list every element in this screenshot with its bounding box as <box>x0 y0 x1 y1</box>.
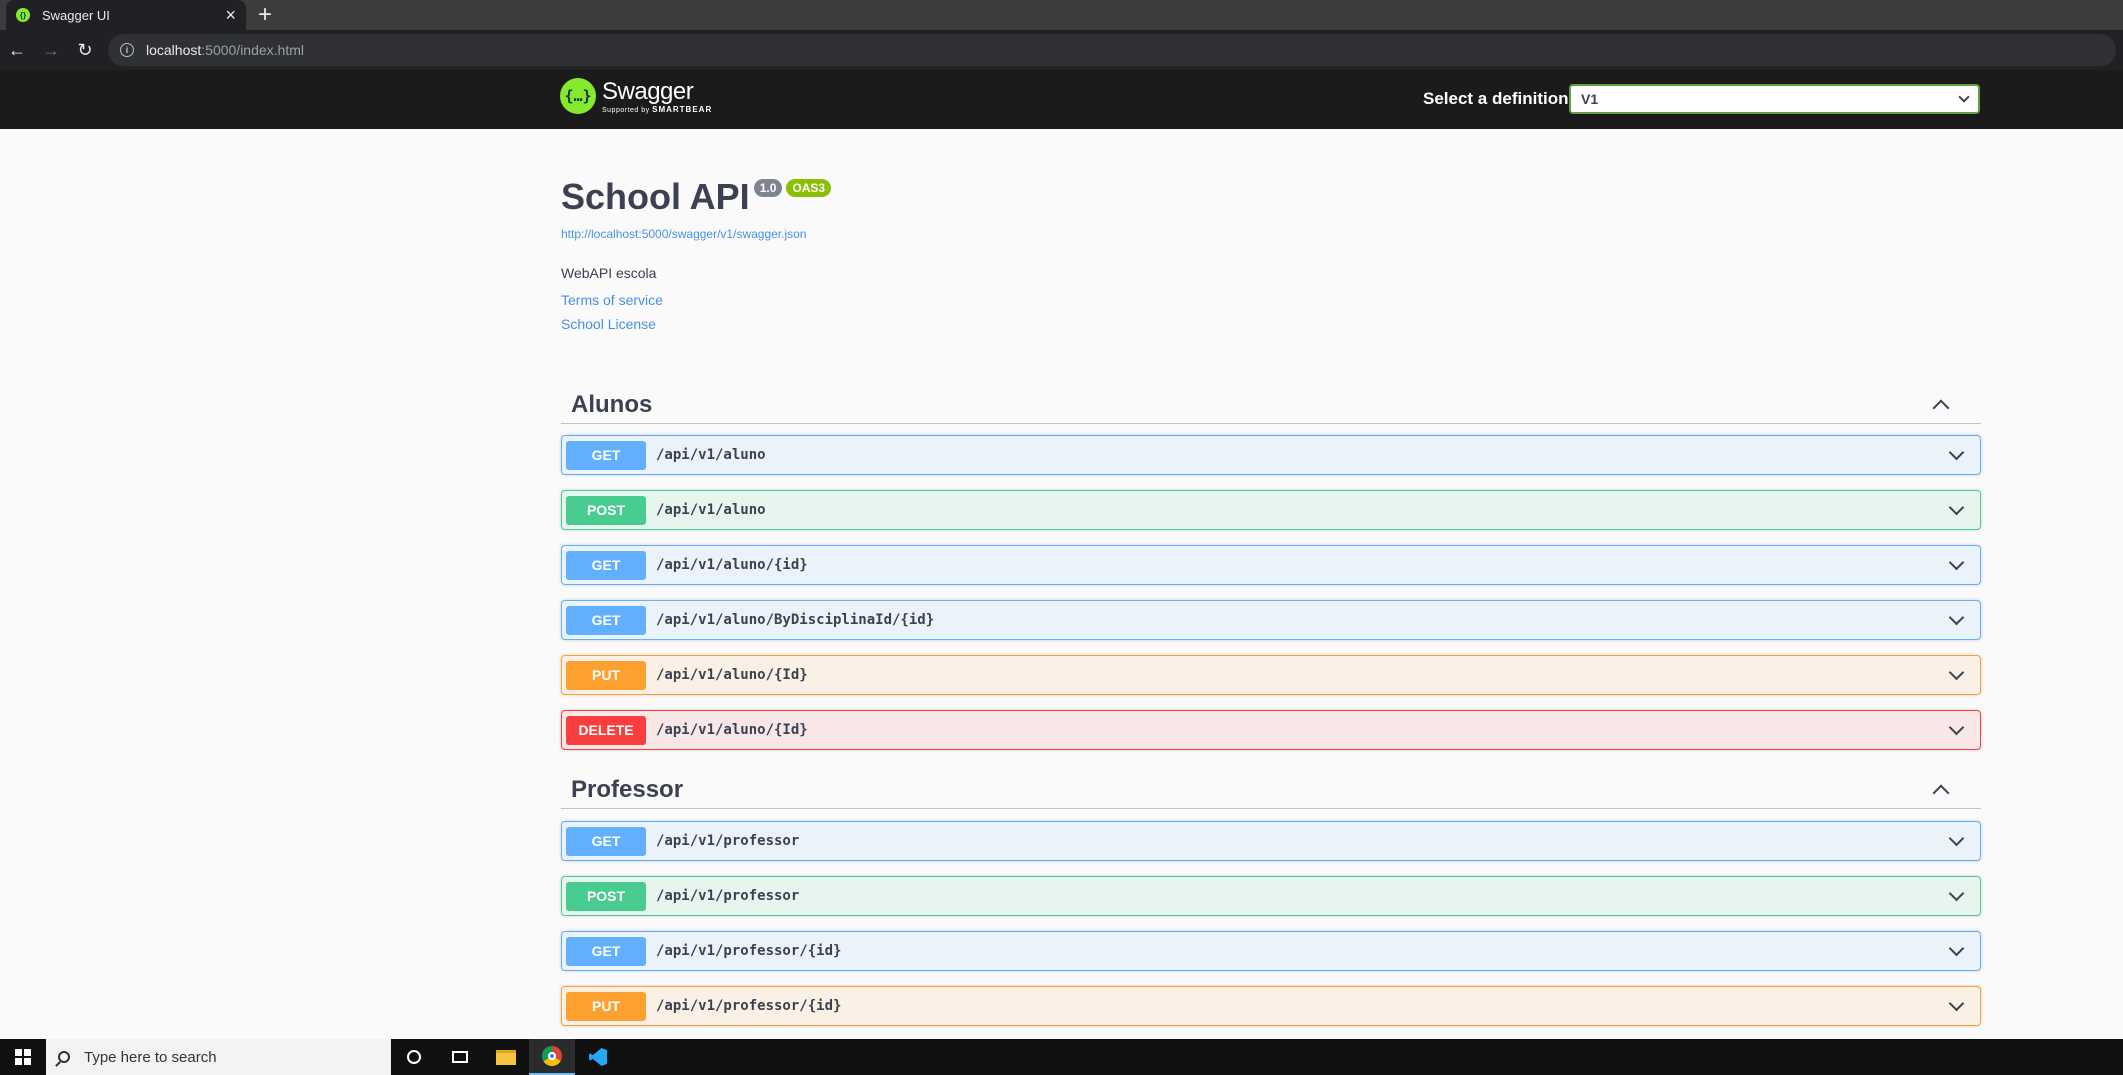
windows-start-icon[interactable] <box>0 1039 46 1075</box>
chevron-down-icon <box>1948 499 1965 515</box>
tag-header-alunos[interactable]: Alunos <box>561 386 1981 424</box>
method-badge: GET <box>566 826 646 856</box>
license-link[interactable]: School License <box>561 316 831 332</box>
chevron-down-icon <box>1948 830 1965 846</box>
chevron-down-icon <box>1948 609 1965 625</box>
url-path: :5000/index.html <box>201 42 304 58</box>
search-placeholder: Type here to search <box>84 1048 217 1066</box>
chevron-down-icon <box>1948 995 1965 1011</box>
browser-tabstrip: {} Swagger UI × + <box>0 0 2123 30</box>
close-tab-icon[interactable]: × <box>225 6 236 24</box>
new-tab-button[interactable]: + <box>258 2 272 28</box>
chevron-down-icon <box>1958 91 1970 103</box>
logo-subtitle: Supported by SMARTBEAR <box>602 104 713 114</box>
operation-row[interactable]: GET /api/v1/aluno/{id} <box>561 545 1981 585</box>
method-badge: GET <box>566 440 646 470</box>
oas-badge: OAS3 <box>786 179 832 197</box>
operation-path: /api/v1/professor/{id} <box>656 998 842 1014</box>
windows-taskbar: Type here to search <box>0 1039 2123 1075</box>
vscode-icon[interactable] <box>575 1039 621 1075</box>
tag-name: Alunos <box>571 390 653 418</box>
operation-path: /api/v1/professor <box>656 833 800 849</box>
chevron-down-icon <box>1948 885 1965 901</box>
operation-path: /api/v1/aluno <box>656 447 766 463</box>
operation-row[interactable]: GET /api/v1/professor/{id} <box>561 931 1981 971</box>
version-badge: 1.0 <box>753 179 783 197</box>
operation-row[interactable]: GET /api/v1/aluno <box>561 435 1981 475</box>
tag-name: Professor <box>571 775 684 803</box>
operation-path: /api/v1/professor/{id} <box>656 943 842 959</box>
operation-path: /api/v1/aluno/{id} <box>656 557 808 573</box>
back-arrow-icon[interactable]: ← <box>0 33 34 67</box>
reload-icon[interactable]: ↻ <box>68 33 102 67</box>
definition-select[interactable]: V1 <box>1569 84 1980 114</box>
operation-row[interactable]: POST /api/v1/professor <box>561 876 1981 916</box>
operation-row[interactable]: POST /api/v1/aluno <box>561 490 1981 530</box>
spec-url-link[interactable]: http://localhost:5000/swagger/v1/swagger… <box>561 227 831 241</box>
method-badge: POST <box>566 881 646 911</box>
task-view-icon[interactable] <box>437 1039 483 1075</box>
operation-path: /api/v1/aluno/ByDisciplinaId/{id} <box>656 612 935 628</box>
file-explorer-icon[interactable] <box>483 1039 529 1075</box>
browser-toolbar: ← → ↻ i localhost:5000/index.html <box>0 30 2123 70</box>
api-description: WebAPI escola <box>561 265 657 281</box>
url-host: localhost <box>146 42 202 58</box>
address-bar[interactable]: i localhost:5000/index.html <box>108 34 2116 66</box>
swagger-logo-icon: {…} <box>560 78 596 114</box>
method-badge: DELETE <box>566 715 646 745</box>
operation-row[interactable]: GET /api/v1/aluno/ByDisciplinaId/{id} <box>561 600 1981 640</box>
operation-row[interactable]: PUT /api/v1/professor/{id} <box>561 986 1981 1026</box>
operation-path: /api/v1/aluno/{Id} <box>656 667 808 683</box>
forward-arrow-icon[interactable]: → <box>34 33 68 67</box>
tab-title: Swagger UI <box>42 7 110 23</box>
operation-row[interactable]: PUT /api/v1/aluno/{Id} <box>561 655 1981 695</box>
operation-row[interactable]: GET /api/v1/professor <box>561 821 1981 861</box>
method-badge: GET <box>566 550 646 580</box>
method-badge: POST <box>566 495 646 525</box>
operation-path: /api/v1/professor <box>656 888 800 904</box>
operation-path: /api/v1/aluno/{Id} <box>656 722 808 738</box>
method-badge: PUT <box>566 991 646 1021</box>
site-info-icon[interactable]: i <box>120 43 134 57</box>
chevron-down-icon <box>1948 940 1965 956</box>
definition-label: Select a definition <box>1423 89 1569 108</box>
method-badge: GET <box>566 605 646 635</box>
swagger-favicon-icon: {} <box>16 8 30 22</box>
api-info: School API 1.0 OAS3 http://localhost:500… <box>561 175 832 332</box>
browser-tab[interactable]: {} Swagger UI × <box>6 0 246 30</box>
chevron-down-icon <box>1948 664 1965 680</box>
operation-row[interactable]: DELETE /api/v1/aluno/{Id} <box>561 710 1981 750</box>
logo-name: Swagger <box>602 77 694 105</box>
terms-of-service-link[interactable]: Terms of service <box>561 292 831 308</box>
tag-header-professor[interactable]: Professor <box>561 771 1981 809</box>
operation-path: /api/v1/aluno <box>656 502 766 518</box>
swagger-logo[interactable]: {…} Swagger Supported by SMARTBEAR <box>560 78 712 114</box>
chrome-icon[interactable] <box>529 1039 575 1075</box>
chevron-down-icon <box>1948 444 1965 460</box>
taskbar-search-input[interactable]: Type here to search <box>46 1039 391 1075</box>
chevron-up-icon <box>1932 784 1950 801</box>
swagger-topbar: {…} Swagger Supported by SMARTBEAR Selec… <box>0 70 2123 129</box>
method-badge: GET <box>566 936 646 966</box>
chevron-down-icon <box>1948 554 1965 570</box>
cortana-icon[interactable] <box>391 1039 437 1075</box>
chevron-down-icon <box>1948 719 1965 735</box>
page-title: School API <box>561 176 750 217</box>
method-badge: PUT <box>566 660 646 690</box>
definition-value: V1 <box>1581 91 1599 107</box>
chevron-up-icon <box>1932 399 1950 416</box>
search-icon <box>58 1051 70 1063</box>
